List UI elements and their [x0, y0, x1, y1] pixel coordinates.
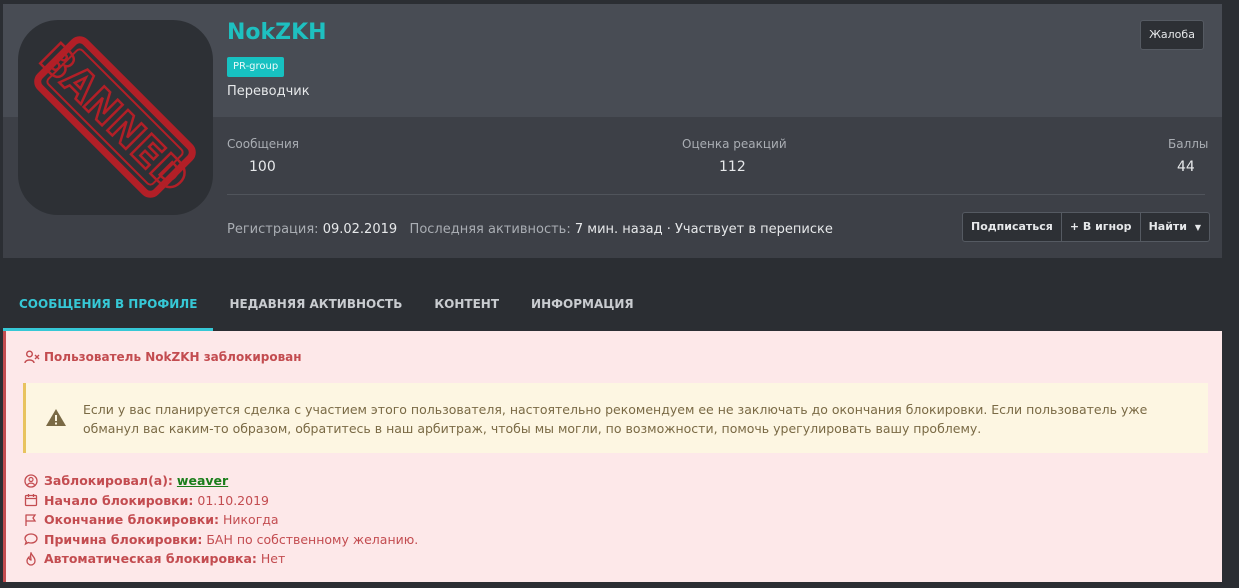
profile-tabs: Сообщения в профиле Недавняя активность …	[3, 283, 650, 331]
username[interactable]: NokZKH	[227, 20, 327, 45]
banned-by-label: Заблокировал(а):	[44, 473, 173, 489]
user-circle-icon	[24, 474, 38, 488]
banned-stamp-icon: BANNED	[29, 34, 198, 203]
user-banned-icon	[24, 350, 40, 364]
warning-box: Если у вас планируется сделка с участием…	[23, 383, 1208, 453]
banned-by-link[interactable]: weaver	[177, 473, 228, 488]
ban-notice: Пользователь NokZKH заблокирован Если у …	[3, 331, 1222, 582]
stat-messages-value[interactable]: 100	[249, 159, 276, 175]
auto-ban-label: Автоматическая блокировка:	[44, 551, 257, 567]
last-active-label: Последняя активность:	[409, 222, 571, 237]
ban-end-value: Никогда	[222, 512, 279, 528]
ban-start-row: Начало блокировки: 01.10.2019	[24, 491, 418, 511]
ban-end-row: Окончание блокировки: Никогда	[24, 510, 418, 530]
profile-meta: Регистрация: 09.02.2019 Последняя активн…	[227, 222, 833, 237]
tab-info[interactable]: Информация	[515, 283, 650, 331]
report-button[interactable]: Жалоба	[1140, 20, 1204, 50]
auto-ban-value: Нет	[260, 551, 286, 567]
last-active-value: 7 мин. назад · Участвует в переписке	[574, 222, 833, 237]
ban-reason-value: БАН по собственному желанию.	[206, 531, 419, 547]
stat-reactions-value[interactable]: 112	[719, 159, 746, 175]
auto-ban-row: Автоматическая блокировка: Нет	[24, 549, 418, 569]
warning-icon	[46, 409, 66, 426]
follow-button[interactable]: Подписаться	[962, 212, 1062, 242]
ban-title-text: Пользователь NokZKH заблокирован	[44, 350, 302, 364]
caret-down-icon: ▼	[1194, 223, 1201, 232]
find-button[interactable]: Найти ▼	[1139, 212, 1210, 242]
ban-start-label: Начало блокировки:	[44, 492, 194, 508]
fire-icon	[26, 551, 36, 566]
ban-reason-row: Причина блокировки: БАН по собственному …	[24, 530, 418, 550]
ban-reason-label: Причина блокировки:	[44, 531, 203, 547]
stat-points-label: Баллы	[1168, 137, 1209, 151]
ban-details: Заблокировал(а): weaver Начало блокировк…	[24, 471, 418, 569]
tab-recent-activity[interactable]: Недавняя активность	[213, 283, 418, 331]
page-edge	[1222, 0, 1239, 588]
tab-profile-posts[interactable]: Сообщения в профиле	[3, 283, 214, 331]
calendar-icon	[24, 494, 38, 507]
banned-by-row: Заблокировал(а): weaver	[24, 471, 418, 491]
registered-label: Регистрация:	[227, 222, 319, 237]
ban-end-label: Окончание блокировки:	[44, 512, 219, 528]
group-badge: PR-group	[227, 57, 285, 77]
banned-stamp-text: BANNED	[31, 35, 197, 201]
user-title: Переводчик	[227, 84, 310, 99]
find-button-label: Найти	[1148, 220, 1187, 233]
ban-title: Пользователь NokZKH заблокирован	[24, 350, 302, 364]
divider	[227, 194, 1205, 195]
ignore-button[interactable]: + В игнор	[1060, 212, 1141, 242]
tab-content[interactable]: Контент	[418, 283, 515, 331]
profile-card: BANNED NokZKH PR-group Переводчик Жалоба…	[3, 4, 1222, 258]
stat-messages-label: Сообщения	[227, 137, 300, 151]
avatar[interactable]: BANNED	[18, 20, 213, 215]
profile-actions: Подписаться + В игнор Найти ▼	[962, 212, 1210, 242]
warning-text: Если у вас планируется сделка с участием…	[83, 402, 1148, 436]
stat-reactions-label: Оценка реакций	[682, 137, 787, 151]
flag-icon	[25, 514, 37, 526]
ban-start-value: 01.10.2019	[197, 492, 269, 508]
comment-icon	[24, 533, 38, 546]
stat-points-value[interactable]: 44	[1177, 159, 1195, 175]
registered-value: 09.02.2019	[322, 222, 398, 237]
